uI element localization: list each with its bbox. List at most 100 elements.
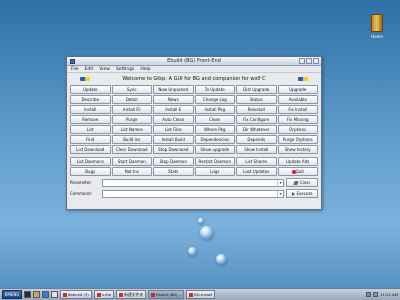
btn-find[interactable]: Find bbox=[70, 135, 111, 144]
quit-button[interactable]: Quit bbox=[277, 167, 318, 176]
btn-where-pkg[interactable]: Where Pkg bbox=[194, 125, 235, 134]
btn-update[interactable]: Update bbox=[70, 85, 111, 94]
task-item-active[interactable]: Ebuild (BG)... bbox=[148, 290, 185, 299]
clear-button[interactable]: Clear bbox=[286, 178, 318, 187]
chevron-down-icon[interactable]: ▾ bbox=[277, 190, 283, 197]
app-icon bbox=[70, 59, 75, 64]
parameter-row: Parameter: ▾ Clear bbox=[70, 178, 318, 187]
btn-remove[interactable]: Remove bbox=[70, 115, 111, 124]
btn-restart-daemon[interactable]: Restart Daemon bbox=[194, 157, 235, 166]
btn-to-update[interactable]: To Update bbox=[194, 85, 235, 94]
execute-icon bbox=[291, 191, 295, 196]
btn-install-pkg[interactable]: Install Pkg bbox=[194, 105, 235, 114]
taskbar: KMENU dbenkd (3) x.lite 新建文件夹 Ebuild (BG… bbox=[0, 288, 400, 300]
btn-depends[interactable]: Depends bbox=[236, 135, 277, 144]
btn-dist-upgrade[interactable]: Dist Upgrade bbox=[236, 85, 277, 94]
btn-list[interactable]: List bbox=[70, 125, 111, 134]
terminal-icon[interactable] bbox=[24, 291, 31, 298]
btn-show-install[interactable]: Show Install bbox=[236, 145, 277, 154]
btn-show-upgrade[interactable]: Show upgrade bbox=[194, 145, 235, 154]
btn-status[interactable]: Status bbox=[236, 95, 277, 104]
btn-install-fil[interactable]: Install Fil bbox=[111, 105, 152, 114]
btn-install-build[interactable]: Install Build bbox=[153, 135, 194, 144]
system-tray: 11:22 AM bbox=[365, 292, 398, 297]
clear-icon bbox=[293, 180, 299, 185]
btn-fix-install[interactable]: Fix Install bbox=[277, 105, 318, 114]
menu-file[interactable]: File bbox=[71, 67, 79, 72]
btn-purge[interactable]: Purge bbox=[111, 115, 152, 124]
btn-install-e[interactable]: Install E bbox=[153, 105, 194, 114]
task-icon bbox=[63, 292, 67, 297]
btn-not-ins[interactable]: Not Ins bbox=[111, 167, 152, 176]
maximize-button[interactable] bbox=[306, 58, 312, 64]
btn-start-daemon[interactable]: Start Daemon bbox=[111, 157, 152, 166]
task-item[interactable]: 新建文件夹 bbox=[116, 290, 147, 299]
clear-label: Clear bbox=[299, 180, 311, 185]
btn-list-names[interactable]: List Names bbox=[111, 125, 152, 134]
network-icon[interactable] bbox=[372, 292, 378, 297]
task-item[interactable]: x.lite bbox=[93, 290, 115, 299]
mail-icon[interactable] bbox=[51, 291, 58, 298]
btn-clear-download[interactable]: Clear Download bbox=[111, 145, 152, 154]
btn-available[interactable]: Available bbox=[277, 95, 318, 104]
btn-stop-download[interactable]: Stop Download bbox=[153, 145, 194, 154]
browser-icon[interactable] bbox=[42, 291, 49, 298]
btn-list-shares[interactable]: List Shares bbox=[236, 157, 277, 166]
btn-auto-clean[interactable]: Auto Clean bbox=[153, 115, 194, 124]
task-item[interactable]: BG-Install bbox=[186, 290, 216, 299]
window-title: Ebuild (BG) Front-End bbox=[167, 58, 221, 64]
btn-show-history[interactable]: Show history bbox=[277, 145, 318, 154]
btn-dependencies[interactable]: Dependencies bbox=[194, 135, 235, 144]
menu-help[interactable]: Help bbox=[140, 67, 150, 72]
command-row: Command: ▾ Execute bbox=[70, 189, 318, 198]
menu-edit[interactable]: Edit bbox=[85, 67, 94, 72]
desktop-home-icon[interactable]: Home bbox=[366, 14, 388, 39]
btn-stats[interactable]: Stats bbox=[153, 167, 194, 176]
btn-sync[interactable]: Sync bbox=[111, 85, 152, 94]
btn-fix-missing[interactable]: Fix Missing bbox=[277, 115, 318, 124]
btn-list-files[interactable]: List Files bbox=[153, 125, 194, 134]
btn-install[interactable]: Install bbox=[70, 105, 111, 114]
water-drop-decoration bbox=[216, 254, 227, 265]
menu-settings[interactable]: Settings bbox=[116, 67, 134, 72]
btn-change-log[interactable]: Change Log bbox=[194, 95, 235, 104]
chevron-down-icon[interactable]: ▾ bbox=[277, 179, 283, 186]
welcome-text: Welcome to Gtkp: A GUI for BG and compan… bbox=[122, 76, 266, 82]
btn-upgrade[interactable]: Upgrade bbox=[277, 85, 318, 94]
btn-reinstall[interactable]: Reinstall bbox=[236, 105, 277, 114]
clock[interactable]: 11:22 AM bbox=[380, 292, 398, 297]
btn-describe[interactable]: Describe bbox=[70, 95, 111, 104]
btn-clean[interactable]: Clean bbox=[194, 115, 235, 124]
volume-icon[interactable] bbox=[365, 292, 371, 297]
btn-bugs[interactable]: Bugs bbox=[70, 167, 111, 176]
command-input[interactable]: ▾ bbox=[102, 189, 284, 198]
menu-view[interactable]: View bbox=[99, 67, 110, 72]
task-item[interactable]: dbenkd (3) bbox=[60, 290, 92, 299]
btn-detail[interactable]: Detail bbox=[111, 95, 152, 104]
minimize-button[interactable] bbox=[299, 58, 305, 64]
btn-logs[interactable]: Logs bbox=[194, 167, 235, 176]
command-label: Command: bbox=[70, 191, 92, 196]
task-icon bbox=[96, 292, 101, 297]
execute-button[interactable]: Execute bbox=[286, 189, 318, 198]
parameter-input[interactable]: ▾ bbox=[102, 178, 284, 187]
btn-fix-configure[interactable]: Fix Configure bbox=[236, 115, 277, 124]
btn-build-ins[interactable]: Build Ins bbox=[111, 135, 152, 144]
logo-left-icon bbox=[80, 77, 90, 81]
main-window: Ebuild (BG) Front-End File Edit View Set… bbox=[66, 56, 322, 210]
home-folder-icon[interactable] bbox=[33, 291, 40, 298]
start-menu-button[interactable]: KMENU bbox=[2, 290, 22, 299]
btn-purge-orphans[interactable]: Purge Orphans bbox=[277, 135, 318, 144]
command-button-grid: Update Sync New Unpacked To Update Dist … bbox=[70, 85, 318, 176]
btn-new-unpacked[interactable]: New Unpacked bbox=[153, 85, 194, 94]
btn-stop-daemon[interactable]: Stop Daemon bbox=[153, 157, 194, 166]
btn-list-daemons[interactable]: List Daemons bbox=[70, 157, 111, 166]
btn-orphans[interactable]: Orphans bbox=[277, 125, 318, 134]
close-button[interactable] bbox=[313, 58, 319, 64]
btn-last-updates[interactable]: Last Updates bbox=[236, 167, 277, 176]
btn-news[interactable]: News bbox=[153, 95, 194, 104]
btn-update-alts[interactable]: Update Alts bbox=[277, 157, 318, 166]
title-bar[interactable]: Ebuild (BG) Front-End bbox=[67, 57, 321, 66]
btn-dir-whatever[interactable]: Dir Whatever bbox=[236, 125, 277, 134]
btn-list-download[interactable]: List Download bbox=[70, 145, 111, 154]
